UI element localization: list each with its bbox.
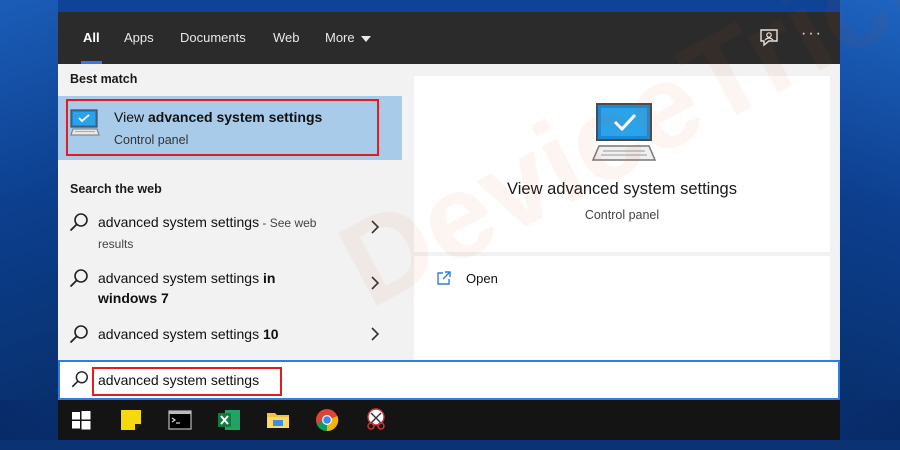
web-result-item[interactable]: advanced system settings in windows 7 — [58, 260, 402, 312]
monitor-checkmark-icon — [591, 103, 657, 161]
tab-apps[interactable]: Apps — [124, 12, 154, 64]
web-result-text: advanced system settings in windows 7 — [98, 268, 358, 308]
search-panel: All Apps Documents Web More ··· Best mat… — [58, 12, 840, 360]
desktop-wallpaper-top — [58, 0, 840, 12]
excel-icon[interactable] — [216, 407, 242, 433]
open-icon — [437, 271, 451, 285]
best-match-result[interactable]: View advanced system settings Control pa… — [58, 96, 402, 160]
best-match-heading: Best match — [70, 72, 138, 86]
web-result-item[interactable]: advanced system settings 10 — [58, 316, 402, 352]
search-icon — [69, 213, 88, 232]
preview-actions: Open — [414, 256, 830, 360]
chevron-right-icon — [371, 327, 380, 341]
best-match-title-prefix: View — [114, 109, 148, 125]
desktop-wallpaper-right — [840, 0, 900, 400]
results-list: Best match View advanced system settings… — [58, 64, 402, 360]
tab-more-label: More — [325, 30, 355, 45]
taskbar — [58, 400, 840, 440]
caret-down-icon — [360, 35, 371, 42]
command-prompt-icon[interactable] — [167, 407, 193, 433]
chevron-right-icon — [371, 276, 380, 290]
web-result-query: advanced system settings — [98, 214, 260, 230]
sticky-notes-icon[interactable] — [118, 407, 144, 433]
snipping-tool-icon[interactable] — [363, 407, 389, 433]
best-match-title-bold: advanced system settings — [147, 109, 323, 125]
chrome-icon[interactable] — [314, 407, 340, 433]
best-match-title: View advanced system settings — [114, 109, 322, 125]
web-result-query: advanced system settings — [98, 270, 260, 286]
web-result-text: advanced system settings 10 — [98, 324, 358, 344]
windows-start-icon[interactable] — [68, 407, 94, 433]
preview-subtitle: Control panel — [584, 208, 660, 222]
best-match-subtitle: Control panel — [114, 133, 189, 147]
file-explorer-icon[interactable] — [265, 407, 291, 433]
web-result-suffix-line2: results — [98, 237, 134, 251]
search-box[interactable] — [58, 360, 840, 400]
web-result-bold: in — [259, 270, 276, 286]
more-options-icon[interactable]: ··· — [801, 25, 823, 43]
search-icon — [69, 269, 88, 288]
feedback-icon[interactable] — [758, 27, 780, 49]
search-tabbar: All Apps Documents Web More ··· — [58, 12, 840, 64]
web-result-text: advanced system settings - See web result… — [98, 212, 358, 254]
tab-more[interactable]: More — [325, 12, 371, 64]
chevron-right-icon — [371, 220, 380, 234]
preview-pane: View advanced system settings Control pa… — [414, 76, 830, 360]
search-icon — [71, 371, 88, 388]
search-input[interactable] — [98, 368, 598, 392]
search-web-heading: Search the web — [70, 182, 162, 196]
monitor-checkmark-icon — [70, 109, 100, 136]
search-icon — [69, 325, 88, 344]
preview-title: View advanced system settings — [507, 180, 737, 198]
web-result-suffix: - See web — [259, 216, 317, 230]
tab-documents[interactable]: Documents — [180, 12, 246, 64]
tab-web[interactable]: Web — [273, 12, 300, 64]
preview-card: View advanced system settings Control pa… — [414, 76, 830, 252]
web-result-item[interactable]: advanced system settings - See web result… — [58, 204, 402, 256]
desktop-wallpaper-left — [0, 0, 58, 400]
web-result-bold-line2: windows 7 — [98, 290, 169, 306]
open-label: Open — [466, 271, 498, 286]
desktop-wallpaper-bottom — [0, 440, 900, 450]
tab-all[interactable]: All — [81, 12, 102, 64]
web-result-query: advanced system settings — [98, 326, 260, 342]
web-result-bold: 10 — [259, 326, 279, 342]
